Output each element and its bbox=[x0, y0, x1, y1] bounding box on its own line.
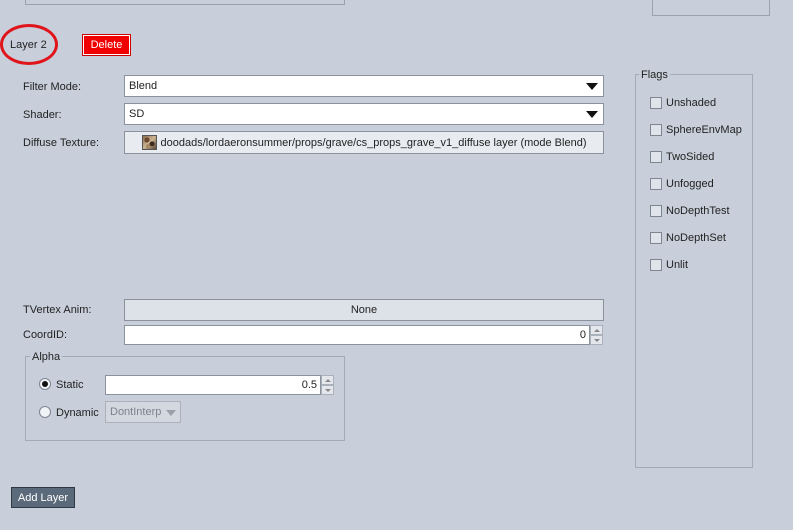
static-radio[interactable] bbox=[39, 378, 51, 390]
chevron-down-icon bbox=[586, 83, 598, 90]
alpha-group-title: Alpha bbox=[30, 351, 63, 363]
dynamic-label: Dynamic bbox=[56, 407, 99, 419]
chevron-down-icon bbox=[166, 410, 176, 416]
shader-select[interactable]: SD bbox=[124, 103, 604, 125]
filter-mode-label: Filter Mode: bbox=[23, 81, 82, 93]
coord-id-label: CoordID: bbox=[23, 329, 68, 341]
layer-title: Layer 2 bbox=[10, 39, 47, 51]
interpolation-select: DontInterp bbox=[105, 401, 181, 423]
static-label: Static bbox=[56, 379, 84, 391]
diffuse-texture-value: doodads/lordaeronsummer/props/grave/cs_p… bbox=[160, 136, 587, 149]
flag-label: Unfogged bbox=[666, 178, 714, 190]
flag-unfogged[interactable]: Unfogged bbox=[650, 177, 714, 191]
flag-label: NoDepthTest bbox=[666, 205, 730, 217]
spinner-down-icon[interactable] bbox=[590, 335, 603, 345]
flag-unshaded[interactable]: Unshaded bbox=[650, 96, 716, 110]
checkbox[interactable] bbox=[650, 124, 662, 136]
spinner-up-icon[interactable] bbox=[321, 375, 334, 385]
add-layer-button[interactable]: Add Layer bbox=[11, 487, 75, 508]
checkbox[interactable] bbox=[650, 151, 662, 163]
flag-label: SphereEnvMap bbox=[666, 124, 742, 136]
checkbox[interactable] bbox=[650, 97, 662, 109]
static-alpha-input[interactable]: 0.5 bbox=[105, 375, 321, 395]
previous-flags-panel-edge bbox=[652, 0, 770, 16]
flag-sphereenvmap[interactable]: SphereEnvMap bbox=[650, 123, 742, 137]
shader-value: SD bbox=[129, 108, 145, 120]
diffuse-texture-button[interactable]: doodads/lordaeronsummer/props/grave/cs_p… bbox=[124, 131, 604, 154]
alpha-group bbox=[25, 356, 345, 441]
coord-id-spinner[interactable] bbox=[590, 325, 603, 345]
chevron-down-icon bbox=[586, 111, 598, 118]
checkbox[interactable] bbox=[650, 259, 662, 271]
diffuse-texture-label: Diffuse Texture: bbox=[23, 137, 100, 149]
flag-label: TwoSided bbox=[666, 151, 715, 163]
filter-mode-select[interactable]: Blend bbox=[124, 75, 604, 97]
spinner-down-icon[interactable] bbox=[321, 385, 334, 395]
tvertex-anim-label: TVertex Anim: bbox=[23, 304, 92, 316]
filter-mode-value: Blend bbox=[129, 80, 158, 92]
checkbox[interactable] bbox=[650, 178, 662, 190]
flag-nodepthset[interactable]: NoDepthSet bbox=[650, 231, 726, 245]
flag-label: NoDepthSet bbox=[666, 232, 726, 244]
flag-unlit[interactable]: Unlit bbox=[650, 258, 688, 272]
delete-layer-button[interactable]: Delete bbox=[82, 34, 131, 56]
checkbox[interactable] bbox=[650, 232, 662, 244]
flag-label: Unlit bbox=[666, 259, 689, 271]
flag-label: Unshaded bbox=[666, 97, 717, 109]
interpolation-value: DontInterp bbox=[110, 406, 162, 418]
flag-nodepthtest[interactable]: NoDepthTest bbox=[650, 204, 730, 218]
shader-label: Shader: bbox=[23, 109, 62, 121]
coord-id-input[interactable]: 0 bbox=[124, 325, 590, 345]
dynamic-radio[interactable] bbox=[39, 406, 51, 418]
texture-thumbnail-icon bbox=[141, 135, 157, 150]
flags-group-title: Flags bbox=[639, 69, 670, 81]
checkbox[interactable] bbox=[650, 205, 662, 217]
spinner-up-icon[interactable] bbox=[590, 325, 603, 335]
static-alpha-spinner[interactable] bbox=[321, 375, 334, 395]
previous-panel-edge bbox=[25, 0, 345, 5]
flag-twosided[interactable]: TwoSided bbox=[650, 150, 714, 164]
tvertex-anim-button[interactable]: None bbox=[124, 299, 604, 321]
